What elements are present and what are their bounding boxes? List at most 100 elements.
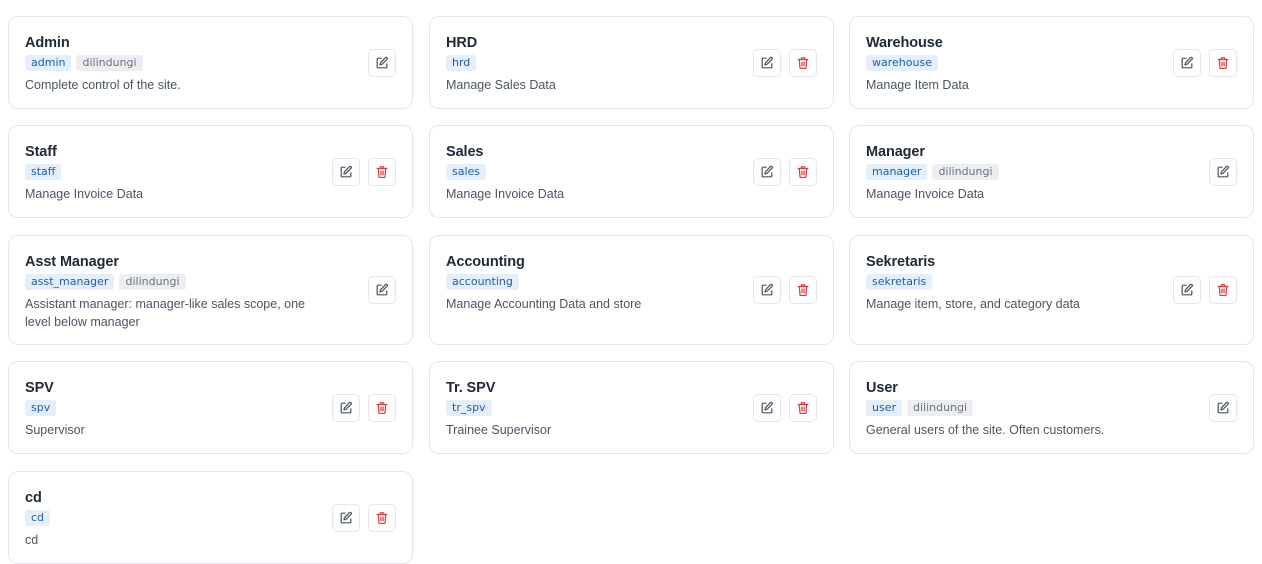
role-slug-badge: accounting <box>446 274 519 290</box>
delete-role-button[interactable] <box>368 157 396 186</box>
delete-role-button[interactable] <box>368 503 396 532</box>
edit-role-button[interactable] <box>1173 48 1201 77</box>
role-actions <box>1209 157 1237 186</box>
role-description: Trainee Supervisor <box>446 423 552 437</box>
role-actions <box>753 157 817 186</box>
role-slug-badge: spv <box>25 400 57 416</box>
role-actions <box>1173 276 1237 304</box>
edit-role-button[interactable] <box>753 393 781 422</box>
edit-role-button[interactable] <box>753 48 781 77</box>
role-actions <box>1209 393 1237 422</box>
role-badges: cd <box>25 510 332 526</box>
role-card-body: Manager manager dilindungi Manage Invoic… <box>866 144 1237 203</box>
role-actions <box>1173 48 1237 77</box>
role-name: Sekretaris <box>866 254 936 270</box>
role-description: Manage Invoice Data <box>866 187 985 201</box>
edit-role-button[interactable] <box>332 157 360 186</box>
role-slug-badge: manager <box>866 164 928 180</box>
role-badges: spv <box>25 400 332 416</box>
role-badges: asst_manager dilindungi <box>25 274 332 290</box>
pencil-square-icon <box>1216 401 1230 415</box>
role-slug-badge: user <box>866 400 902 416</box>
role-card-body: Asst Manager asst_manager dilindungi Ass… <box>25 254 396 331</box>
pencil-square-icon <box>339 401 353 415</box>
edit-role-button[interactable] <box>368 276 396 304</box>
trash-icon <box>1216 56 1230 70</box>
delete-role-button[interactable] <box>1209 48 1237 77</box>
role-slug-badge: warehouse <box>866 55 938 71</box>
role-name: Asst Manager <box>25 254 119 270</box>
role-badges: sekretaris <box>866 274 1173 290</box>
role-slug-badge: hrd <box>446 55 477 71</box>
role-name: Admin <box>25 35 70 51</box>
delete-role-button[interactable] <box>789 157 817 186</box>
role-card-staff: Staff staff Manage Invoice Data <box>8 125 413 218</box>
role-badges: sales <box>446 164 753 180</box>
pencil-square-icon <box>1180 56 1194 70</box>
role-name: Sales <box>446 144 484 160</box>
trash-icon <box>1216 283 1230 297</box>
role-actions <box>753 393 817 422</box>
role-card-user: User user dilindungi General users of th… <box>849 361 1254 454</box>
pencil-square-icon <box>760 165 774 179</box>
role-badges: tr_spv <box>446 400 753 416</box>
delete-role-button[interactable] <box>789 48 817 77</box>
role-slug-badge: cd <box>25 510 51 526</box>
role-card-body: User user dilindungi General users of th… <box>866 380 1237 439</box>
trash-icon <box>375 165 389 179</box>
role-slug-badge: sales <box>446 164 487 180</box>
trash-icon <box>796 283 810 297</box>
role-description: cd <box>25 533 39 547</box>
role-name: SPV <box>25 380 54 396</box>
protected-badge: dilindungi <box>119 274 186 290</box>
pencil-square-icon <box>1216 165 1230 179</box>
trash-icon <box>796 401 810 415</box>
role-card-sekretaris: Sekretaris sekretaris Manage item, store… <box>849 235 1254 345</box>
edit-role-button[interactable] <box>753 157 781 186</box>
role-name: Staff <box>25 144 57 160</box>
pencil-square-icon <box>760 401 774 415</box>
role-badges: staff <box>25 164 332 180</box>
edit-role-button[interactable] <box>332 393 360 422</box>
role-card-spv: SPV spv Supervisor <box>8 361 413 454</box>
role-card-sales: Sales sales Manage Invoice Data <box>429 125 834 218</box>
role-description: Manage Accounting Data and store <box>446 297 642 311</box>
role-card-tr_spv: Tr. SPV tr_spv Trainee Supervisor <box>429 361 834 454</box>
role-actions <box>332 157 396 186</box>
trash-icon <box>796 165 810 179</box>
role-badges: manager dilindungi <box>866 164 1173 180</box>
role-slug-badge: admin <box>25 55 72 71</box>
role-card-warehouse: Warehouse warehouse Manage Item Data <box>849 16 1254 109</box>
role-slug-badge: asst_manager <box>25 274 115 290</box>
edit-role-button[interactable] <box>1209 157 1237 186</box>
edit-role-button[interactable] <box>1173 276 1201 304</box>
pencil-square-icon <box>760 283 774 297</box>
pencil-square-icon <box>1180 283 1194 297</box>
trash-icon <box>796 56 810 70</box>
role-card-manager: Manager manager dilindungi Manage Invoic… <box>849 125 1254 218</box>
pencil-square-icon <box>760 56 774 70</box>
role-name: Warehouse <box>866 35 943 51</box>
delete-role-button[interactable] <box>368 393 396 422</box>
trash-icon <box>375 401 389 415</box>
delete-role-button[interactable] <box>789 276 817 304</box>
role-slug-badge: sekretaris <box>866 274 933 290</box>
delete-role-button[interactable] <box>1209 276 1237 304</box>
pencil-square-icon <box>375 283 389 297</box>
trash-icon <box>375 511 389 525</box>
role-description: Manage item, store, and category data <box>866 297 1081 311</box>
role-badges: accounting <box>446 274 753 290</box>
edit-role-button[interactable] <box>332 503 360 532</box>
role-description: Complete control of the site. <box>25 78 181 92</box>
role-badges: admin dilindungi <box>25 55 332 71</box>
edit-role-button[interactable] <box>368 48 396 77</box>
edit-role-button[interactable] <box>753 276 781 304</box>
role-slug-badge: tr_spv <box>446 400 492 416</box>
protected-badge: dilindungi <box>932 164 999 180</box>
delete-role-button[interactable] <box>789 393 817 422</box>
role-name: Manager <box>866 144 925 160</box>
edit-role-button[interactable] <box>1209 393 1237 422</box>
role-description: Supervisor <box>25 423 85 437</box>
pencil-square-icon <box>375 56 389 70</box>
role-badges: hrd <box>446 55 753 71</box>
